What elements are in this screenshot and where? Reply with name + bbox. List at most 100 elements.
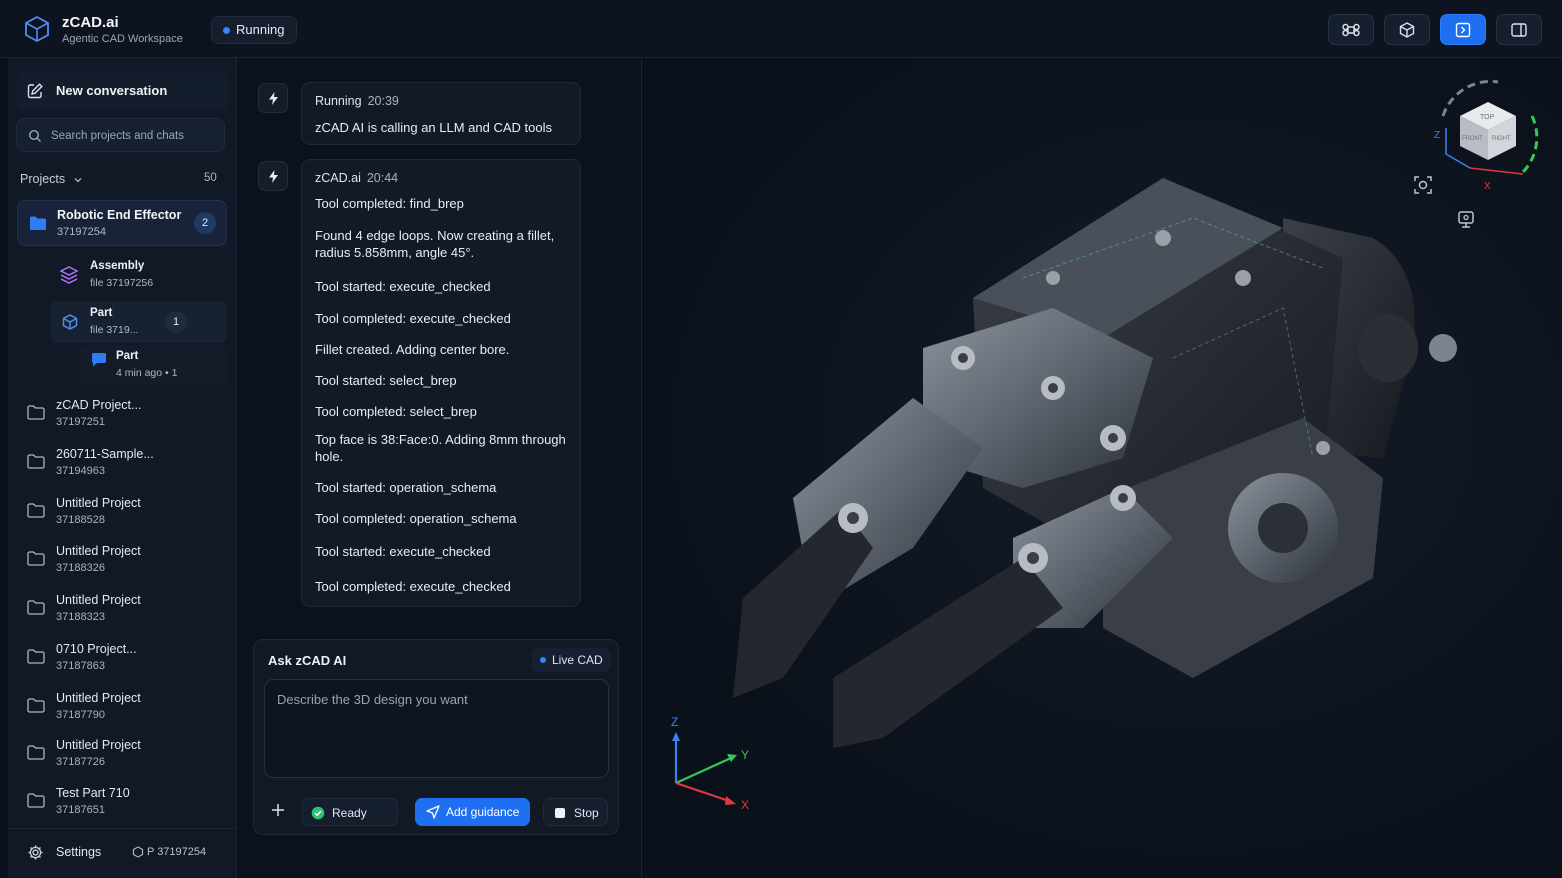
message-line: Tool started: execute_checked [315,279,491,294]
message-line: Tool started: operation_schema [315,480,497,495]
display-settings-button[interactable] [1453,206,1479,232]
file-title: Assembly [90,260,145,272]
code-view-icon [1455,22,1471,37]
cube-face-right: RIGHT [1492,136,1511,142]
stop-label: Stop [574,806,599,820]
agent-avatar [258,161,288,191]
search-input[interactable] [51,126,216,146]
project-item-active[interactable]: Robotic End Effector 37197254 2 [17,200,227,246]
project-item[interactable]: 260711-Sample... 37194963 [25,444,225,484]
sidebar: New conversation Projects 50 Robotic End… [8,58,237,878]
running-status-label: Running [236,22,285,37]
chat-item-part[interactable]: Part 4 min ago • 1 [80,345,227,385]
project-item[interactable]: 0710 Project... 37187863 [25,639,225,679]
add-attachment-icon[interactable] [268,800,288,820]
chat-icon [91,353,106,367]
app-title: zCAD.ai [62,14,119,31]
live-cad-badge: Live CAD [532,648,611,672]
cube-axis-z: Z [1434,130,1440,141]
project-id: 37197254 [57,226,106,238]
layers-icon [59,266,79,284]
folder-icon [27,454,45,469]
axis-triad: Z Y X [671,715,749,812]
projects-count: 50 [204,172,217,184]
folder-icon [27,405,45,420]
chat-message: Running 20:39 zCAD AI is calling an LLM a… [301,82,581,145]
check-circle-icon [311,806,325,820]
project-name: Untitled Project [56,593,141,607]
cad-viewport[interactable]: Z Y X TOP FRONT RIGHT Z X [643,58,1562,878]
message-line: Tool completed: find_brep [315,196,464,211]
command-button[interactable] [1328,14,1374,45]
message-line: Tool started: select_brep [315,373,457,388]
agent-avatar [258,83,288,113]
message-line: Fillet created. Adding center bore. [315,342,510,357]
compose-icon [27,83,43,99]
live-cad-label: Live CAD [552,653,603,667]
sidebar-footer: Settings P 37197254 [8,828,237,878]
project-item[interactable]: Untitled Project 37188326 [25,541,225,581]
projects-label: Projects [20,172,66,186]
cube-face-top: TOP [1480,114,1495,121]
app-logo-icon [25,15,49,43]
folder-icon [27,793,45,808]
project-id-icon [132,846,144,858]
message-line: Tool completed: execute_checked [315,311,511,326]
project-item[interactable]: Untitled Project 37187726 [25,735,225,775]
file-item-part[interactable]: Part file 3719... 1 [50,301,227,343]
view-cube[interactable]: TOP FRONT RIGHT Z X [1428,76,1548,196]
chat-count-badge: 2 [194,212,216,234]
project-name: Untitled Project [56,691,141,705]
send-icon [426,805,440,819]
folder-open-icon [30,216,46,230]
projects-dropdown[interactable]: Projects [20,172,83,186]
monitor-icon [1458,211,1474,228]
chat-meta: 4 min ago • 1 [116,367,178,379]
prompt-input[interactable] [277,692,597,766]
message-line: Tool completed: operation_schema [315,511,517,526]
file-item-assembly[interactable]: Assembly file 37197256 [50,254,225,294]
message-line: zCAD AI is calling an LLM and CAD tools [315,120,552,135]
project-item[interactable]: Untitled Project 37188528 [25,493,225,533]
search-icon [28,129,41,142]
screenshot-button[interactable] [1410,172,1436,198]
ready-status: Ready [302,798,398,826]
project-item[interactable]: Test Part 710 37187651 [25,783,225,823]
folder-icon [27,503,45,518]
message-line: Tool started: execute_checked [315,544,491,559]
3d-view-button[interactable] [1384,14,1430,45]
chat-panel: Running 20:39 zCAD AI is calling an LLM a… [238,58,642,878]
panel-toggle-button[interactable] [1496,14,1542,45]
project-id: 37187726 [56,756,105,768]
project-item[interactable]: Untitled Project 37187790 [25,688,225,728]
code-view-button[interactable] [1440,14,1486,45]
project-name: Untitled Project [56,496,141,510]
folder-icon [27,600,45,615]
lightning-icon [269,92,278,105]
new-conversation-label: New conversation [56,83,168,98]
gripper-model-render[interactable] [723,158,1483,758]
project-id: 37194963 [56,465,105,477]
add-guidance-button[interactable]: Add guidance [415,798,530,826]
top-bar: zCAD.ai Agentic CAD Workspace Running [0,0,1562,58]
message-line: Tool completed: execute_checked [315,579,511,594]
new-conversation-button[interactable]: New conversation [16,72,228,110]
chat-title: Part [116,350,139,362]
folder-icon [27,698,45,713]
project-name: zCAD Project... [56,398,142,412]
settings-link[interactable]: Settings [56,845,101,859]
message-line: Top face is 38:Face:0. Adding 8mm throug… [315,432,566,464]
message-line: Tool completed: select_brep [315,404,477,419]
message-line: Found 4 edge loops. Now creating a fille… [315,228,555,260]
gear-icon[interactable] [27,844,44,861]
cube-icon [62,314,78,330]
ready-label: Ready [332,806,367,820]
project-name: Untitled Project [56,738,141,752]
project-item[interactable]: Untitled Project 37188323 [25,590,225,630]
stop-icon [555,808,565,818]
project-id: 37197251 [56,416,105,428]
chat-count-badge: 1 [165,311,187,333]
project-item[interactable]: zCAD Project... 37197251 [25,395,225,435]
axis-label-y: Y [741,748,749,762]
stop-button[interactable]: Stop [543,798,608,826]
